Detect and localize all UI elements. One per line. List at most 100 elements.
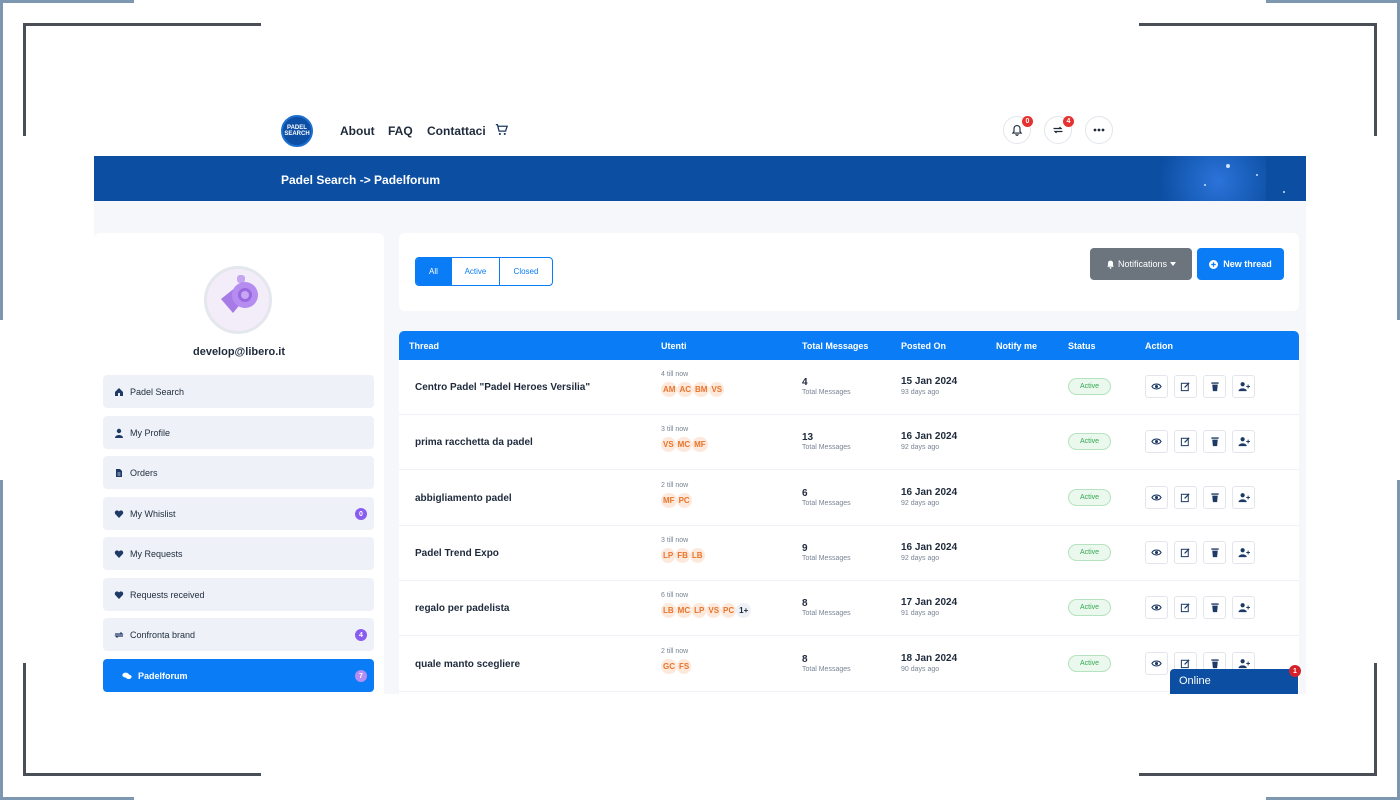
table-row[interactable]: regalo per padelista 6 till now LB MC LP VS PC…: [399, 581, 1299, 637]
status-badge: Active: [1068, 488, 1111, 506]
thread-title[interactable]: Centro Padel "Padel Heroes Versilia": [415, 382, 590, 393]
user-chips: VS MC MF: [661, 437, 708, 453]
tab-active[interactable]: Active: [452, 258, 500, 285]
delete-thread-button[interactable]: [1203, 430, 1226, 454]
more-menu-button[interactable]: [1085, 116, 1113, 144]
column-header-thread[interactable]: Thread: [409, 341, 439, 351]
edit-thread-button[interactable]: [1174, 430, 1197, 454]
thread-title[interactable]: prima racchetta da padel: [415, 437, 533, 448]
table-row[interactable]: abbigliamento padel 2 till now MF PC 6 Total …: [399, 471, 1299, 526]
online-chat-widget[interactable]: Online 1: [1170, 665, 1301, 694]
cart-icon[interactable]: [495, 123, 508, 136]
invite-user-button[interactable]: [1232, 375, 1255, 398]
sidebar-item-padel-search[interactable]: Padel Search: [103, 375, 374, 408]
sidebar-item-my-requests[interactable]: My Requests: [103, 537, 374, 570]
user-initials-chip[interactable]: AC: [677, 382, 694, 397]
delete-thread-button[interactable]: [1203, 540, 1226, 564]
breadcrumb[interactable]: Padel Search -> Padelforum: [281, 173, 440, 187]
user-initials-chip[interactable]: LB: [661, 603, 676, 619]
view-thread-button[interactable]: [1145, 375, 1168, 398]
user-initials-chip[interactable]: FB: [675, 547, 690, 563]
user-initials-chip[interactable]: MF: [692, 437, 708, 453]
caret-down-icon: [1170, 262, 1177, 266]
thread-filter-card: All Active Closed Notifications New thre…: [399, 233, 1299, 311]
user-initials-chip[interactable]: GC: [661, 658, 677, 674]
sidebar-item-confronta-brand[interactable]: Confronta brand 4: [103, 618, 374, 651]
notifications-button[interactable]: 0: [1003, 116, 1033, 144]
user-initials-chip[interactable]: LB: [689, 547, 705, 563]
table-row[interactable]: prima racchetta da padel 3 till now VS MC MF…: [399, 415, 1299, 471]
notifications-badge: 0: [1022, 116, 1033, 127]
invite-user-button[interactable]: [1232, 430, 1255, 454]
row-actions: [1145, 430, 1255, 454]
tab-all[interactable]: All: [416, 258, 452, 285]
compare-button[interactable]: 4: [1044, 116, 1074, 144]
message-count-label: Total Messages: [802, 499, 851, 507]
user-initials-chip[interactable]: FS: [677, 658, 692, 674]
table-row[interactable]: Centro Padel "Padel Heroes Versilia" 4 ti…: [399, 360, 1299, 415]
nav-about[interactable]: About: [340, 124, 375, 138]
delete-thread-button[interactable]: [1203, 375, 1226, 398]
add-user-icon: [1238, 381, 1250, 392]
posted-date: 17 Jan 2024: [901, 597, 958, 609]
user-initials-chip[interactable]: AM: [661, 382, 678, 397]
user-initials-chip[interactable]: VS: [661, 437, 676, 453]
user-initials-chip[interactable]: VS: [706, 603, 722, 619]
table-row[interactable]: Padel Trend Expo 3 till now LP FB LB 9 Total M…: [399, 526, 1299, 581]
column-header-utenti[interactable]: Utenti: [661, 341, 687, 351]
banner-glow: [1146, 156, 1266, 201]
trash-icon: [1210, 547, 1220, 558]
column-header-total-messages[interactable]: Total Messages: [802, 341, 868, 351]
nav-faq[interactable]: FAQ: [388, 124, 413, 138]
thread-title[interactable]: Padel Trend Expo: [415, 548, 499, 559]
breadcrumb-banner: Padel Search -> Padelforum: [94, 156, 1306, 201]
user-initials-chip[interactable]: PC: [721, 603, 737, 619]
frame-edge: [0, 0, 3, 320]
sidebar-item-orders[interactable]: Orders: [103, 456, 374, 489]
more-users-chip[interactable]: 1+: [736, 603, 752, 619]
view-thread-button[interactable]: [1145, 540, 1168, 564]
delete-thread-button[interactable]: [1203, 596, 1226, 620]
user-initials-chip[interactable]: LP: [661, 547, 676, 563]
user-initials-chip[interactable]: BM: [693, 382, 710, 397]
user-initials-chip[interactable]: LP: [692, 603, 707, 619]
view-thread-button[interactable]: [1145, 651, 1168, 675]
sidebar-item-my-whislist[interactable]: My Whislist 0: [103, 497, 374, 530]
user-initials-chip[interactable]: PC: [676, 492, 692, 508]
delete-thread-button[interactable]: [1203, 485, 1226, 509]
heart-icon: [114, 590, 124, 600]
user-initials-chip[interactable]: MC: [675, 603, 693, 619]
add-user-icon: [1238, 492, 1250, 503]
padel-search-logo[interactable]: PADEL SEARCH: [281, 115, 313, 147]
sidebar-item-my-profile[interactable]: My Profile: [103, 416, 374, 449]
user-initials-chip[interactable]: MF: [661, 492, 677, 508]
edit-thread-button[interactable]: [1174, 596, 1197, 620]
column-header-notify-me[interactable]: Notify me: [996, 341, 1037, 351]
tab-closed[interactable]: Closed: [500, 258, 552, 285]
view-thread-button[interactable]: [1145, 485, 1168, 509]
view-thread-button[interactable]: [1145, 596, 1168, 620]
edit-thread-button[interactable]: [1174, 540, 1197, 564]
table-row[interactable]: quale manto scegliere 2 till now GC FS 8 Tota…: [399, 637, 1299, 692]
invite-user-button[interactable]: [1232, 596, 1255, 620]
view-thread-button[interactable]: [1145, 430, 1168, 454]
nav-contattaci[interactable]: Contattaci: [427, 124, 486, 138]
edit-thread-button[interactable]: [1174, 375, 1197, 398]
notifications-dropdown-button[interactable]: Notifications: [1090, 248, 1192, 280]
sidebar-item-requests-received[interactable]: Requests received: [103, 578, 374, 611]
invite-user-button[interactable]: [1232, 485, 1255, 509]
thread-title[interactable]: quale manto scegliere: [415, 659, 520, 670]
column-header-status[interactable]: Status: [1068, 341, 1096, 351]
user-initials-chip[interactable]: VS: [709, 382, 725, 397]
invite-user-button[interactable]: [1232, 540, 1255, 564]
thread-title[interactable]: regalo per padelista: [415, 603, 509, 614]
column-header-posted-on[interactable]: Posted On: [901, 341, 946, 351]
message-count-label: Total Messages: [802, 389, 851, 396]
sidebar-item-padelforum[interactable]: Padelforum 7: [103, 659, 374, 692]
edit-thread-button[interactable]: [1174, 485, 1197, 509]
thread-title[interactable]: abbigliamento padel: [415, 493, 512, 504]
user-initials-chip[interactable]: MC: [675, 437, 693, 453]
column-header-action[interactable]: Action: [1145, 341, 1173, 351]
bell-icon: [1011, 124, 1023, 136]
new-thread-button[interactable]: New thread: [1197, 248, 1284, 280]
